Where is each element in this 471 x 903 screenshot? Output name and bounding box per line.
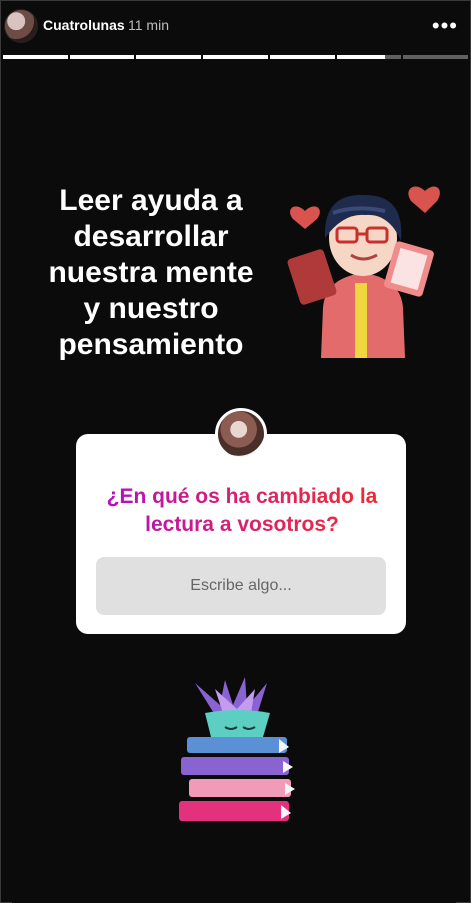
reader-illustration <box>287 186 440 358</box>
story-header: Cuatrolunas 11 min ••• <box>0 0 471 52</box>
avatar[interactable] <box>4 9 38 43</box>
heart-icon <box>408 186 440 213</box>
progress-segment <box>269 55 335 59</box>
progress-fill <box>336 55 386 59</box>
headline-text: Leer ayuda a desarrollar nuestra mente y… <box>26 183 276 363</box>
story-progress-bar <box>3 55 469 59</box>
sticker-avatar <box>215 408 267 460</box>
question-text: ¿En qué os ha cambiado la lectura a voso… <box>96 483 388 539</box>
headline-line: desarrollar <box>73 220 229 253</box>
more-options-icon[interactable]: ••• <box>432 13 458 39</box>
headline-line: y nuestro <box>83 292 219 325</box>
headline-line: Leer ayuda a <box>59 184 243 217</box>
progress-fill <box>203 55 268 59</box>
progress-fill <box>269 55 335 59</box>
progress-fill <box>136 55 202 59</box>
post-time: 11 min <box>128 17 169 33</box>
progress-segment <box>403 55 469 59</box>
progress-segment <box>203 55 268 59</box>
books-plant-illustration <box>179 677 295 821</box>
progress-fill <box>69 55 135 59</box>
progress-segment <box>3 55 68 59</box>
answer-input[interactable]: Escribe algo... <box>96 557 386 615</box>
progress-segment <box>136 55 202 59</box>
progress-fill <box>3 55 68 59</box>
headline-line: nuestra mente <box>48 256 254 289</box>
heart-icon <box>290 206 320 229</box>
headline-line: pensamiento <box>58 328 244 361</box>
progress-segment <box>336 55 402 59</box>
username[interactable]: Cuatrolunas <box>43 17 125 33</box>
progress-segment <box>69 55 135 59</box>
